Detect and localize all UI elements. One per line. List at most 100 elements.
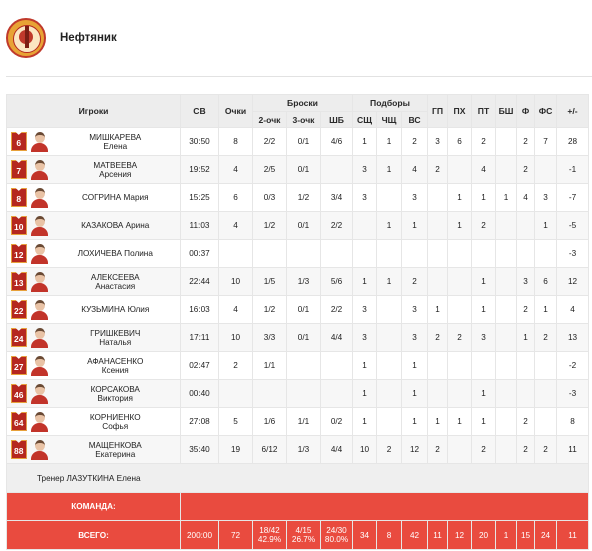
player-photo-icon[interactable] — [31, 439, 48, 460]
col-def-reb[interactable]: СЩ — [352, 111, 378, 128]
player-name[interactable]: КОРСАКОВА Виктория — [50, 379, 181, 408]
stat-assists: 3 — [427, 127, 449, 156]
stat-def-reb: 3 — [352, 155, 378, 184]
col-assists[interactable]: ГП — [427, 94, 449, 128]
col-fouls[interactable]: Ф — [516, 94, 536, 128]
col-plus-minus[interactable]: +/- — [556, 94, 590, 128]
player-row[interactable]: 24 ГРИШКЕВИЧ Наталья 17:11 10 3/3 0/1 4/4 3 3 2 2 3 1… — [6, 323, 590, 352]
header-row-1: Игроки СВ Очки Броски Подборы ГП ПХ ПТ Б… — [6, 94, 590, 128]
player-name[interactable]: КОРНИЕНКО Софья — [50, 407, 181, 436]
stat-three-pt: 1/1 — [286, 407, 321, 436]
player-name[interactable]: ГРИШКЕВИЧ Наталья — [50, 323, 181, 352]
player-photo-icon[interactable] — [31, 327, 48, 348]
stat-total-reb: 2 — [401, 127, 429, 156]
player-photo-icon[interactable] — [31, 355, 48, 376]
col-points[interactable]: Очки — [218, 94, 253, 128]
stat-plus-minus: -3 — [556, 379, 590, 408]
player-row[interactable]: 12 ЛОХИЧЕВА Полина 00:37 -3 — [6, 239, 590, 268]
stat-points: 4 — [218, 155, 253, 184]
stat-total-reb: 3 — [401, 295, 429, 324]
player-row[interactable]: 27 АФАНАСЕНКО Ксения 02:47 2 1/1 1 1 -2 — [6, 351, 590, 380]
player-name[interactable]: ЛОХИЧЕВА Полина — [50, 239, 181, 268]
player-name[interactable]: АФАНАСЕНКО Ксения — [50, 351, 181, 380]
player-name[interactable]: МАЩЕНКОВА Екатерина — [50, 435, 181, 464]
stat-blocks — [495, 379, 518, 408]
stat-blocks — [495, 435, 518, 464]
player-row[interactable]: 64 КОРНИЕНКО Софья 27:08 5 1/6 1/1 0/2 1 1 1 1 1 2 8 — [6, 407, 590, 436]
stat-fouls: 2 — [516, 435, 536, 464]
player-name[interactable]: АЛЕКСЕЕВА Анастасия — [50, 267, 181, 296]
player-row[interactable]: 6 МИШКАРЕВА Елена 30:50 8 2/2 0/1 4/6 1 1 2 3 6 2 2 7 28 — [6, 127, 590, 156]
col-total-reb[interactable]: ВС — [401, 111, 429, 128]
col-off-reb[interactable]: ЧЩ — [376, 111, 403, 128]
stat-total-reb: 3 — [401, 323, 429, 352]
stat-points — [218, 379, 253, 408]
stat-steals — [447, 267, 473, 296]
player-row[interactable]: 7 МАТВЕЕВА Арсения 19:52 4 2/5 0/1 3 1 4 2 4 2 -1 — [6, 155, 590, 184]
stat-points: 19 — [218, 435, 253, 464]
player-row[interactable]: 8 СОГРИНА Мария 15:25 6 0/3 1/2 3/4 3 3 1 1 1 4 3 -7 — [6, 183, 590, 212]
stat-minutes: 35:40 — [180, 435, 219, 464]
player-photo-icon[interactable] — [31, 159, 48, 180]
stat-fouls: 3 — [516, 267, 536, 296]
player-name[interactable]: МАТВЕЕВА Арсения — [50, 155, 181, 184]
total-free-throws: 24/30 80.0% — [319, 520, 354, 550]
stat-assists: 2 — [427, 155, 449, 184]
col-free-throws[interactable]: ШБ — [319, 111, 354, 128]
player-photo-icon[interactable] — [31, 271, 48, 292]
player-name[interactable]: КАЗАКОВА Арина — [50, 211, 181, 240]
stat-total-reb: 1 — [401, 351, 429, 380]
stat-assists — [427, 239, 449, 268]
col-three-pt[interactable]: 3-очк — [286, 111, 321, 128]
player-name[interactable]: МИШКАРЕВА Елена — [50, 127, 181, 156]
player-photo-icon[interactable] — [31, 383, 48, 404]
player-photo-icon[interactable] — [31, 299, 48, 320]
col-minutes[interactable]: СВ — [180, 94, 219, 128]
player-name[interactable]: КУЗЬМИНА Юлия — [50, 295, 181, 324]
player-photo-icon[interactable] — [31, 411, 48, 432]
stat-turnovers: 1 — [471, 295, 497, 324]
stat-turnovers: 2 — [471, 127, 497, 156]
stat-steals: 1 — [447, 211, 473, 240]
player-row[interactable]: 88 МАЩЕНКОВА Екатерина 35:40 19 6/12 1/3 4/4 10 2… — [6, 435, 590, 464]
player-photo-icon[interactable] — [31, 243, 48, 264]
stat-two-pt: 1/2 — [252, 295, 287, 324]
player-row[interactable]: 13 АЛЕКСЕЕВА Анастасия 22:44 10 1/5 1/3 5/6 1 1 2 1… — [6, 267, 590, 296]
stat-blocks — [495, 267, 518, 296]
stat-three-pt: 0/1 — [286, 295, 321, 324]
stat-off-reb: 1 — [376, 127, 403, 156]
stat-points: 6 — [218, 183, 253, 212]
player-photo-icon[interactable] — [31, 215, 48, 236]
player-photo-icon[interactable] — [31, 131, 48, 152]
col-steals[interactable]: ПХ — [447, 94, 473, 128]
stat-assists: 1 — [427, 407, 449, 436]
stat-fouls-drawn — [534, 351, 558, 380]
stat-assists: 2 — [427, 323, 449, 352]
stat-free-throws: 4/4 — [319, 435, 354, 464]
col-players[interactable]: Игроки — [6, 94, 181, 128]
stat-free-throws: 3/4 — [319, 183, 354, 212]
player-photo-icon[interactable] — [31, 187, 48, 208]
total-minutes: 200:00 — [180, 520, 219, 550]
stat-steals — [447, 435, 473, 464]
stat-two-pt: 6/12 — [252, 435, 287, 464]
stat-turnovers: 1 — [471, 183, 497, 212]
col-turnovers[interactable]: ПТ — [471, 94, 497, 128]
stat-fouls-drawn: 1 — [534, 295, 558, 324]
player-row[interactable]: 22 КУЗЬМИНА Юлия 16:03 4 1/2 0/1 2/2 3 3 1 1 2 1 4 — [6, 295, 590, 324]
player-row[interactable]: 10 КАЗАКОВА Арина 11:03 4 1/2 0/1 2/2 1 1 1 2 1 -5 — [6, 211, 590, 240]
col-blocks[interactable]: БШ — [495, 94, 518, 128]
total-fouls: 15 — [516, 520, 536, 550]
stat-off-reb — [376, 379, 403, 408]
player-row[interactable]: 46 КОРСАКОВА Виктория 00:40 1 1 1 -3 — [6, 379, 590, 408]
col-fouls-drawn[interactable]: ФС — [534, 94, 558, 128]
coach-name: Тренер ЛАЗУТКИНА Елена — [5, 463, 590, 493]
stat-points: 2 — [218, 351, 253, 380]
player-name[interactable]: СОГРИНА Мария — [50, 183, 181, 212]
stat-fouls-drawn — [534, 239, 558, 268]
stat-minutes: 00:37 — [180, 239, 219, 268]
stat-blocks — [495, 211, 518, 240]
stat-fouls: 2 — [516, 127, 536, 156]
col-two-pt[interactable]: 2-очк — [252, 111, 287, 128]
jersey-number-icon: 10 — [10, 216, 27, 235]
